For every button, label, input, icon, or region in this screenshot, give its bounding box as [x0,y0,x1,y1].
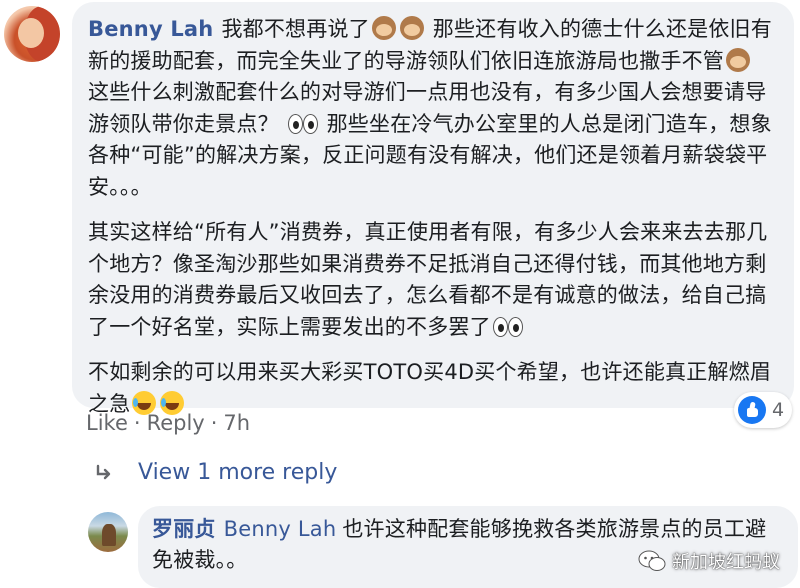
commenter-avatar[interactable] [4,6,60,62]
see-no-evil-monkey-icon [371,16,396,40]
like-icon [738,396,766,424]
reply-button[interactable]: Reply [147,411,205,435]
watermark: 新加坡红蚂蚁 [638,548,780,574]
comment-text: 其实这样给“所有人”消费券，真正使用者有限，有多少人会来来去去那几个地方？像圣淘… [88,220,768,339]
comment-timestamp[interactable]: 7h [223,411,250,435]
watermark-text: 新加坡红蚂蚁 [672,552,780,573]
reaction-summary[interactable]: 4 [734,392,793,428]
like-button[interactable]: Like [86,411,128,435]
reply-mention[interactable]: Benny Lah [224,517,337,541]
separator-dot: · [210,411,218,435]
comment-text: 不如剩余的可以用来买大彩买TOTO买4D买个希望，也许还能真正解燃眉之急 [88,360,772,416]
comment-text: 我都不想再说了 [221,17,370,41]
view-more-replies[interactable]: View 1 more reply [94,460,337,485]
comment-paragraph-2: 其实这样给“所有人”消费券，真正使用者有限，有多少人会来来去去那几个地方？像圣淘… [88,217,778,343]
separator-dot: · [133,411,141,435]
reply-arrow-icon [96,464,111,479]
reply-author[interactable]: 罗丽贞 [152,517,216,541]
comment-bubble: Benny Lah 我都不想再说了 那些还有收入的德士什么还是依旧有新的援助配套，… [72,2,794,416]
see-no-evil-monkey-icon [399,16,424,40]
eyes-icon [492,316,523,337]
see-no-evil-monkey-icon [726,47,750,72]
comment-author[interactable]: Benny Lah [88,17,213,41]
reaction-count: 4 [772,399,785,421]
avatar-face [18,18,44,48]
comment-actions: Like · Reply · 7h [86,411,250,435]
reply-bubble: 罗丽贞 Benny Lah 也许这种配套能够挽救各类旅游景点的员工避免被裁。。 [138,506,798,588]
wechat-icon [638,550,666,571]
reply-avatar[interactable] [88,512,128,552]
view-more-label: View 1 more reply [138,460,338,485]
eyes-icon [287,113,318,134]
comment-paragraph-1: Benny Lah 我都不想再说了 那些还有收入的德士什么还是依旧有新的援助配套，… [88,14,778,203]
